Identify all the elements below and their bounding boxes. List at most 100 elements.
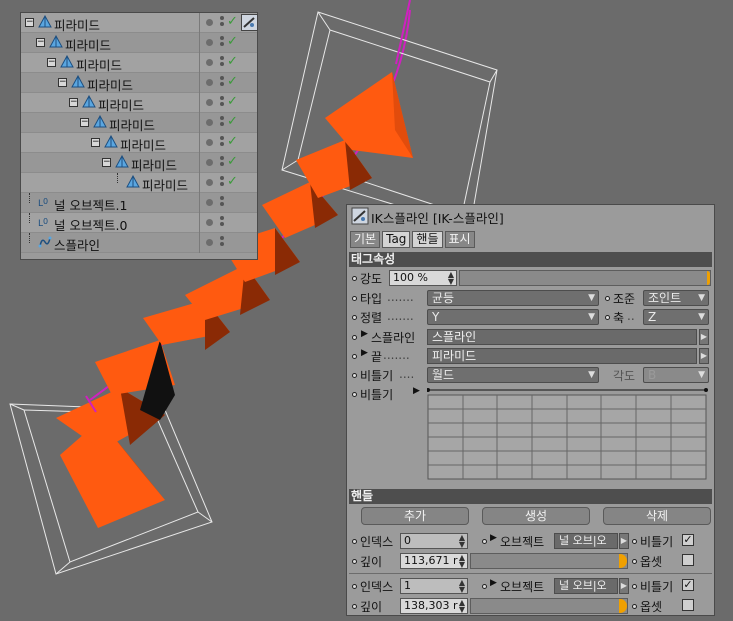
object-name[interactable]: 피라미드 [98,95,144,114]
object-row[interactable]: 스플라인 [21,233,257,253]
enabled-check-icon[interactable]: ✓ [227,134,238,149]
layer-dot-icon[interactable] [206,79,213,86]
slider-knob[interactable] [619,554,627,568]
layer-dot-icon[interactable] [206,99,213,106]
handle1-offset-checkbox[interactable] [682,599,694,611]
object-row[interactable]: − 피라미드 ✓ [21,133,257,153]
object-name[interactable]: 피라미드 [65,35,111,54]
object-row[interactable]: − 피라미드 ✓ [21,33,257,53]
spline-anim-dot[interactable] [352,335,357,340]
handle0-index-anim-dot[interactable] [352,539,357,544]
collapse-toggle-icon[interactable]: − [80,118,89,127]
object-name[interactable]: 피라미드 [109,115,155,134]
object-name[interactable]: 피라미드 [76,55,122,74]
handle0-object-link[interactable]: 널 오브|오 [554,533,618,549]
handle0-offset-checkbox[interactable] [682,554,694,566]
tab-handles[interactable]: 핸들 [412,231,443,248]
goal-dropdown[interactable]: 조인트 ▼ [643,290,709,306]
handle1-object-anim-dot[interactable] [482,584,487,589]
type-dropdown[interactable]: 균등 ▼ [427,290,599,306]
handle0-twist-anim-dot[interactable] [632,539,637,544]
enabled-check-icon[interactable]: ✓ [227,94,238,109]
tip-link-menu-button[interactable]: ▶ [699,348,709,364]
spin-arrows-icon[interactable]: ▲ ▼ [459,534,465,549]
visibility-dots-icon[interactable] [220,56,225,70]
layer-dot-icon[interactable] [206,139,213,146]
caret-right-icon[interactable]: ▶ [490,533,497,543]
tip-link-field[interactable]: 피라미드 [427,348,697,364]
handle0-object-menu-button[interactable]: ▶ [619,533,629,549]
caret-right-icon[interactable]: ▶ [361,348,368,358]
object-name[interactable]: 스플라인 [54,235,100,254]
visibility-dots-icon[interactable] [220,76,225,90]
handle1-offset-anim-dot[interactable] [632,604,637,609]
handle1-object-link[interactable]: 널 오브|오 [554,578,618,594]
enabled-check-icon[interactable]: ✓ [227,54,238,69]
handle1-depth-anim-dot[interactable] [352,604,357,609]
visibility-dots-icon[interactable] [220,156,225,170]
layer-dot-icon[interactable] [206,199,213,206]
layer-dot-icon[interactable] [206,19,213,26]
enabled-check-icon[interactable]: ✓ [227,34,238,49]
object-name[interactable]: 널 오브젝트.1 [54,195,127,214]
enabled-check-icon[interactable]: ✓ [227,14,238,29]
delete-button[interactable]: 삭제 [603,507,711,525]
collapse-toggle-icon[interactable]: − [102,158,111,167]
spline-link-menu-button[interactable]: ▶ [699,329,709,345]
create-button[interactable]: 생성 [482,507,590,525]
object-name[interactable]: 피라미드 [54,15,100,34]
object-row[interactable]: L0 널 오브젝트.1 [21,193,257,213]
twist-anim-dot[interactable] [352,373,357,378]
enabled-check-icon[interactable]: ✓ [227,174,238,189]
handle1-index-input[interactable]: 1 ▲ ▼ [400,578,468,594]
visibility-dots-icon[interactable] [220,176,225,190]
handle1-depth-input[interactable]: 138,303 r ▲ ▼ [400,598,468,614]
align-dropdown[interactable]: Y ▼ [427,309,599,325]
visibility-dots-icon[interactable] [220,236,225,250]
collapse-toggle-icon[interactable]: − [47,58,56,67]
twist-spline-graph[interactable] [427,387,708,481]
layer-dot-icon[interactable] [206,239,213,246]
visibility-dots-icon[interactable] [220,16,225,30]
strength-input[interactable]: 100 % ▲ ▼ [389,270,457,286]
visibility-dots-icon[interactable] [220,196,225,210]
object-row[interactable]: L0 널 오브젝트.0 [21,213,257,233]
tip-anim-dot[interactable] [352,354,357,359]
type-anim-dot[interactable] [352,296,357,301]
slider-knob[interactable] [619,599,627,613]
collapse-toggle-icon[interactable]: − [58,78,67,87]
layer-dot-icon[interactable] [206,119,213,126]
object-row[interactable]: 피라미드 ✓ [21,173,257,193]
collapse-toggle-icon[interactable]: − [25,18,34,27]
enabled-check-icon[interactable]: ✓ [227,154,238,169]
handle1-object-menu-button[interactable]: ▶ [619,578,629,594]
strength-slider[interactable] [459,270,711,286]
handle1-depth-slider[interactable] [470,598,628,614]
handle1-index-anim-dot[interactable] [352,584,357,589]
object-name[interactable]: 피라미드 [87,75,133,94]
slider-knob[interactable] [707,271,710,285]
spline-link-field[interactable]: 스플라인 [427,329,697,345]
handle0-depth-anim-dot[interactable] [352,559,357,564]
tab-basic[interactable]: 기본 [350,231,381,248]
handle1-twist-checkbox[interactable]: ✓ [682,579,694,591]
tab-tag[interactable]: Tag [382,231,411,248]
axis-anim-dot[interactable] [605,315,610,320]
object-name[interactable]: 피라미드 [142,175,188,194]
object-row[interactable]: − 피라미드 ✓ [21,113,257,133]
visibility-dots-icon[interactable] [220,96,225,110]
collapse-toggle-icon[interactable]: − [69,98,78,107]
caret-right-icon[interactable]: ▶ [413,386,420,396]
object-row[interactable]: − 피라미드 ✓ [21,153,257,173]
twist-graph-anim-dot[interactable] [352,392,357,397]
layer-dot-icon[interactable] [206,159,213,166]
handle0-offset-anim-dot[interactable] [632,559,637,564]
visibility-dots-icon[interactable] [220,216,225,230]
axis-dropdown[interactable]: Z ▼ [643,309,709,325]
spin-arrows-icon[interactable]: ▲ ▼ [459,554,465,569]
goal-anim-dot[interactable] [605,296,610,301]
ik-spline-tag-icon[interactable] [241,14,258,31]
collapse-toggle-icon[interactable]: − [91,138,100,147]
strength-anim-dot[interactable] [352,276,357,281]
caret-right-icon[interactable]: ▶ [490,578,497,588]
